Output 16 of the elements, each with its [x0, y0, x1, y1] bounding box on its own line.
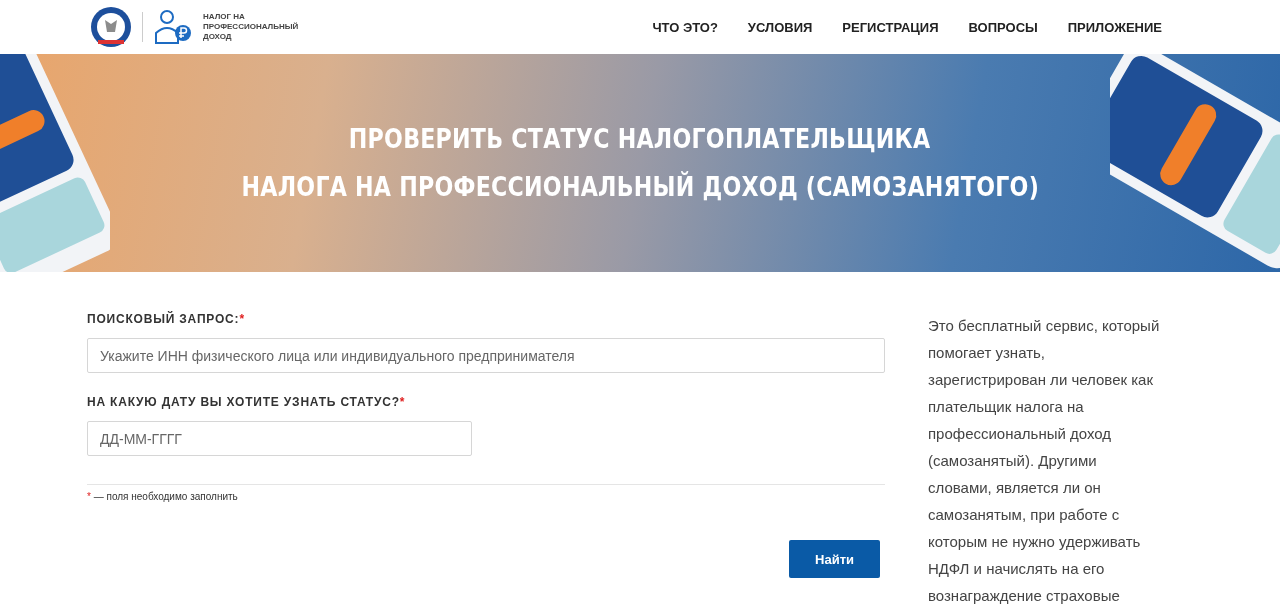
nav-link[interactable]: ВОПРОСЫ [968, 19, 1038, 35]
banner-title: НАЛОГА НА ПРОФЕССИОНАЛЬНЫЙ ДОХОД (САМОЗАНЯТОГО) [241, 170, 1039, 204]
nav-link[interactable]: РЕГИСТРАЦИЯ [842, 19, 939, 35]
field-label: ПОИСКОВЫЙ ЗАПРОС:* [87, 312, 246, 326]
description-text: Это бесплатный сервис, который помогает узнать, зарегистрирован ли человек как плательщик налога на профессиональный доход (самозанятый). Другими словами, является ли он самозанятым, при работе с которым не нужно удерживать НДФЛ и начислять на его вознаграждение страховые [928, 316, 1161, 606]
search-button[interactable]: Найти [789, 540, 880, 578]
field-label: НА КАКУЮ ДАТУ ВЫ ХОТИТЕ УЗНАТЬ СТАТУС?* [87, 395, 407, 409]
input-field[interactable]: Укажите ИНН физического лица или индивидуального предпринимателя [87, 338, 885, 373]
nav-link[interactable]: УСЛОВИЯ [747, 19, 813, 35]
banner-title: ПРОВЕРИТЬ СТАТУС НАЛОГОПЛАТЕЛЬЩИКА [349, 122, 931, 156]
person-ruble-icon [153, 9, 193, 45]
required-note: * — поля необходимо заполнить [87, 491, 239, 502]
input-field[interactable]: ДД-ММ-ГГГГ [87, 421, 472, 456]
emblem-icon [90, 6, 132, 48]
nav-link[interactable]: ПРИЛОЖЕНИЕ [1067, 19, 1162, 35]
nav-link[interactable]: ЧТО ЭТО? [652, 19, 718, 35]
